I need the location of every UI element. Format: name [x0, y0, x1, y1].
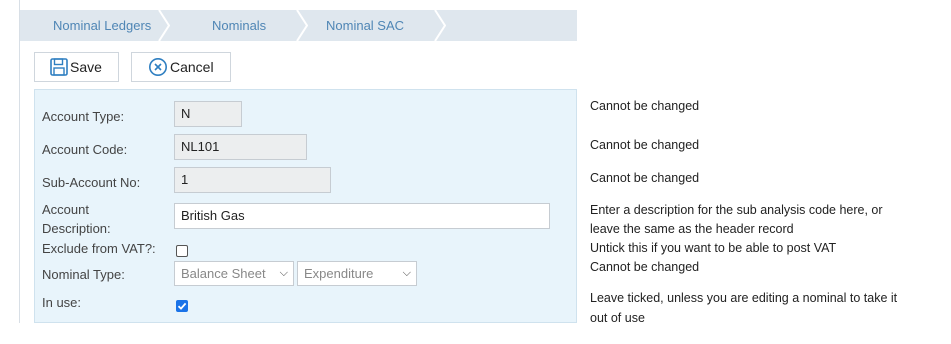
note-account-code: Cannot be changed [590, 138, 700, 152]
exclude-from-vat-checkbox[interactable] [176, 245, 188, 257]
note-vat: Untick this if you want to be able to po… [590, 241, 837, 255]
account-code-field: NL101 [174, 134, 307, 160]
sub-account-no-field: 1 [174, 167, 331, 193]
save-button[interactable]: Save [34, 52, 119, 82]
note-account-type: Cannot be changed [590, 99, 700, 113]
in-use-checkbox[interactable] [176, 300, 188, 312]
account-type-label: Account Type: [42, 109, 125, 124]
nominal-type-label: Nominal Type: [42, 267, 125, 282]
nominal-type-select: Balance Sheet ⌵ [174, 261, 294, 286]
breadcrumb-nominals[interactable]: Nominals [212, 10, 266, 41]
app-window: Nominal Ledgers Nominals Nominal SAC Sav… [19, 0, 577, 323]
account-description-label-line2: Description: [42, 221, 111, 236]
note-sub-account-no: Cannot be changed [590, 171, 700, 185]
save-icon [50, 58, 68, 76]
breadcrumb-separator [158, 10, 170, 41]
account-description-input[interactable]: British Gas [174, 203, 550, 229]
nominal-category-select: Expenditure ⌵ [297, 261, 417, 286]
breadcrumb-nominal-ledgers[interactable]: Nominal Ledgers [53, 10, 151, 41]
breadcrumb: Nominal Ledgers Nominals Nominal SAC [20, 10, 577, 41]
nominal-category-select-value: Expenditure [304, 266, 374, 281]
nominal-type-select-value: Balance Sheet [181, 266, 266, 281]
close-circle-icon [149, 58, 167, 76]
account-type-field: N [174, 101, 242, 127]
nominal-sac-form: Account Type: N Account Code: NL101 Sub-… [34, 89, 577, 323]
note-in-use-line1: Leave ticked, unless you are editing a n… [590, 291, 898, 305]
note-description-line1: Enter a description for the sub analysis… [590, 203, 883, 217]
cancel-button[interactable]: Cancel [131, 52, 231, 82]
note-nominal-type: Cannot be changed [590, 260, 700, 274]
account-description-label-line1: Account [42, 202, 89, 217]
sub-account-no-label: Sub-Account No: [42, 175, 141, 190]
breadcrumb-separator [296, 10, 308, 41]
in-use-label: In use: [42, 295, 82, 310]
breadcrumb-separator [434, 10, 446, 41]
note-in-use-line2: out of use [590, 311, 645, 325]
exclude-from-vat-label: Exclude from VAT?: [42, 241, 156, 256]
toolbar: Save Cancel [20, 41, 577, 87]
chevron-down-icon: ⌵ [279, 267, 288, 279]
account-code-label: Account Code: [42, 142, 128, 157]
checkmark-icon [177, 302, 187, 310]
breadcrumb-nominal-sac[interactable]: Nominal SAC [326, 10, 404, 41]
note-description-line2: leave the same as the header record [590, 222, 794, 236]
chevron-down-icon: ⌵ [402, 267, 411, 279]
save-label: Save [70, 59, 102, 75]
cancel-label: Cancel [170, 59, 214, 75]
